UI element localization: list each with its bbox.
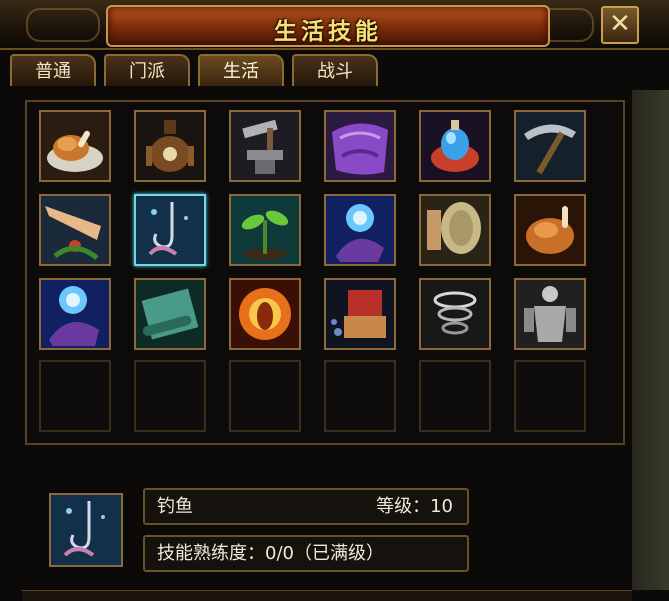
skill-slot-forging[interactable] xyxy=(229,110,301,182)
fire-aura-icon xyxy=(231,280,299,348)
roast-chicken-icon xyxy=(516,196,584,264)
skill-grid-panel xyxy=(25,100,625,445)
skill-slot-fishing[interactable] xyxy=(134,194,206,266)
skill-proficiency: 技能熟练度：0/0（已满级） xyxy=(157,543,384,564)
blue-magic-hand-icon xyxy=(326,196,394,264)
tab-normal[interactable]: 普通 xyxy=(10,54,96,86)
skill-slot-mining[interactable] xyxy=(514,110,586,182)
skill-name: 钓鱼 xyxy=(157,496,193,517)
whirlwind-icon xyxy=(421,280,489,348)
fishing-hook-icon xyxy=(136,196,204,264)
pickaxe-icon xyxy=(516,112,584,180)
skill-slot-empty xyxy=(229,360,301,432)
title-bar: 生活技能 ✕ xyxy=(0,0,669,50)
purple-cloth-icon xyxy=(326,112,394,180)
skill-slot-alchemy[interactable] xyxy=(134,110,206,182)
skill-slot-scroll[interactable] xyxy=(134,278,206,350)
skill-slot-blue-magic-2[interactable] xyxy=(39,278,111,350)
statue-figure-icon xyxy=(516,280,584,348)
skill-slot-tailoring[interactable] xyxy=(324,110,396,182)
skill-slot-fire-aura[interactable] xyxy=(229,278,301,350)
scroll-icon xyxy=(136,280,204,348)
skill-name-box: 钓鱼 等级：10 xyxy=(143,488,469,525)
skill-slot-whirlwind[interactable] xyxy=(419,278,491,350)
skill-slot-empty xyxy=(134,360,206,432)
gong-drum-icon xyxy=(421,196,489,264)
anvil-hammer-icon xyxy=(231,112,299,180)
blue-magic-hand-icon xyxy=(41,280,109,348)
bottom-frame-edge xyxy=(22,590,632,601)
fishing-hook-icon xyxy=(51,495,121,565)
skill-slot-potion[interactable] xyxy=(419,110,491,182)
skill-slot-empty xyxy=(324,360,396,432)
skill-level: 等级：10 xyxy=(376,496,453,517)
tab-combat[interactable]: 战斗 xyxy=(292,54,378,86)
background-scenery xyxy=(632,90,669,590)
alchemy-vessel-icon xyxy=(136,112,204,180)
proficiency-box: 技能熟练度：0/0（已满级） xyxy=(143,535,469,572)
book-craft-icon xyxy=(326,280,394,348)
skill-slot-empty xyxy=(514,360,586,432)
tab-life[interactable]: 生活 xyxy=(198,54,284,86)
skill-slot-empty xyxy=(419,360,491,432)
skill-slot-statue[interactable] xyxy=(514,278,586,350)
selected-skill-icon-frame xyxy=(49,493,123,567)
title-ornament-left xyxy=(26,8,100,42)
herb-gathering-icon xyxy=(41,196,109,264)
skill-slot-music[interactable] xyxy=(419,194,491,266)
window-title: 生活技能 xyxy=(274,19,382,45)
title-plate: 生活技能 xyxy=(106,5,550,47)
close-button[interactable]: ✕ xyxy=(601,6,639,44)
close-icon: ✕ xyxy=(609,9,631,39)
skill-slot-planting[interactable] xyxy=(229,194,301,266)
skill-slot-blue-magic[interactable] xyxy=(324,194,396,266)
skill-slot-herb-gathering[interactable] xyxy=(39,194,111,266)
tab-sect[interactable]: 门派 xyxy=(104,54,190,86)
skill-slot-empty xyxy=(39,360,111,432)
sprout-icon xyxy=(231,196,299,264)
skill-slot-cooking[interactable] xyxy=(514,194,586,266)
skill-slot-bookcraft[interactable] xyxy=(324,278,396,350)
skill-slot-roast-drumstick[interactable] xyxy=(39,110,111,182)
roast-drumstick-icon xyxy=(41,112,109,180)
potion-flask-icon xyxy=(421,112,489,180)
